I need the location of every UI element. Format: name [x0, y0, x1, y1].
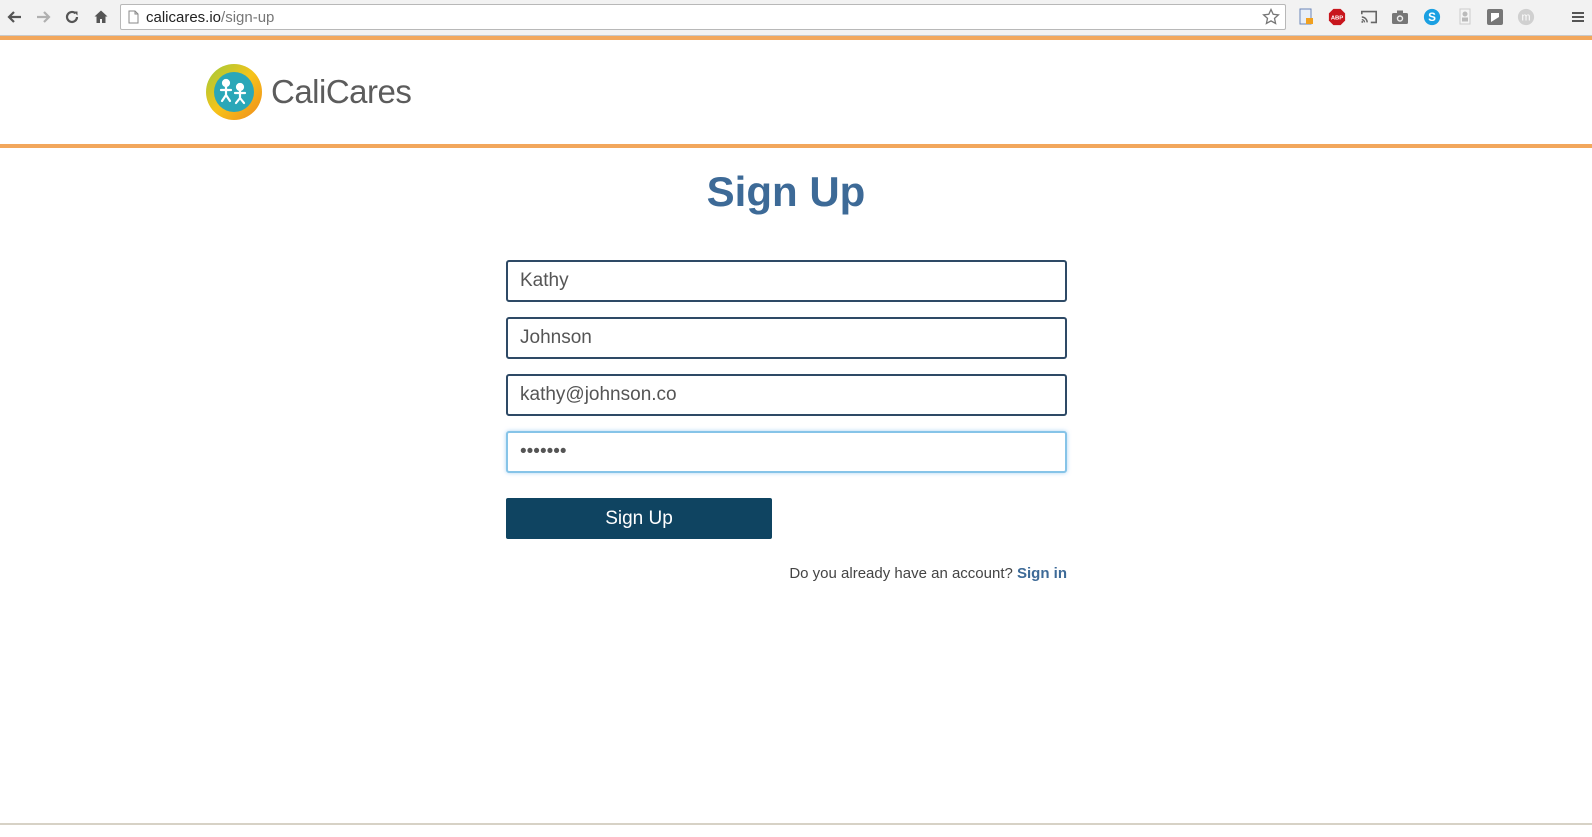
url-host: calicares.io [146, 9, 222, 26]
sign-up-button[interactable]: Sign Up [506, 498, 772, 539]
url-path: /sign-up [221, 9, 275, 26]
camera-icon[interactable] [1391, 8, 1409, 26]
sign-in-link[interactable]: Sign in [1017, 565, 1067, 582]
doc-extension-icon[interactable] [1297, 8, 1315, 26]
home-icon[interactable] [90, 6, 112, 28]
page-title: Sign Up [706, 168, 866, 215]
page-icon [128, 10, 139, 29]
cast-icon[interactable] [1360, 8, 1378, 26]
adblock-icon[interactable]: ABP [1328, 8, 1346, 26]
browser-toolbar: calicares.io/sign-up ABP S m [0, 0, 1592, 36]
calicares-logo-icon [206, 64, 262, 120]
signin-prompt-line: Do you already have an account? Sign in [506, 565, 1067, 582]
menu-icon[interactable] [1570, 8, 1586, 26]
last-name-field[interactable] [506, 317, 1067, 359]
reload-icon[interactable] [61, 6, 83, 28]
shield-extension-icon[interactable] [1486, 8, 1504, 26]
brand-name: CaliCares [271, 73, 412, 110]
forward-arrow-icon[interactable] [32, 6, 54, 28]
email-field[interactable] [506, 374, 1067, 416]
address-bar[interactable]: calicares.io/sign-up [120, 4, 1286, 30]
bookmark-star-icon[interactable] [1261, 7, 1281, 27]
first-name-field[interactable] [506, 260, 1067, 302]
skype-icon[interactable]: S [1423, 8, 1441, 26]
header-accent-border [0, 144, 1592, 148]
password-field[interactable] [506, 431, 1067, 473]
signin-prompt-text: Do you already have an account? [789, 565, 1013, 582]
skype-label: S [1428, 11, 1436, 24]
adblock-label: ABP [1331, 16, 1343, 22]
brand-logo[interactable]: CaliCares [205, 62, 412, 122]
address-url: calicares.io/sign-up [146, 9, 274, 26]
circle-m-extension-icon[interactable]: m [1517, 8, 1535, 26]
site-header: CaliCares [0, 40, 1592, 144]
window-bottom-edge [0, 823, 1592, 825]
m-label: m [1522, 12, 1531, 24]
person-extension-icon[interactable] [1456, 8, 1474, 26]
back-arrow-icon[interactable] [4, 6, 26, 28]
